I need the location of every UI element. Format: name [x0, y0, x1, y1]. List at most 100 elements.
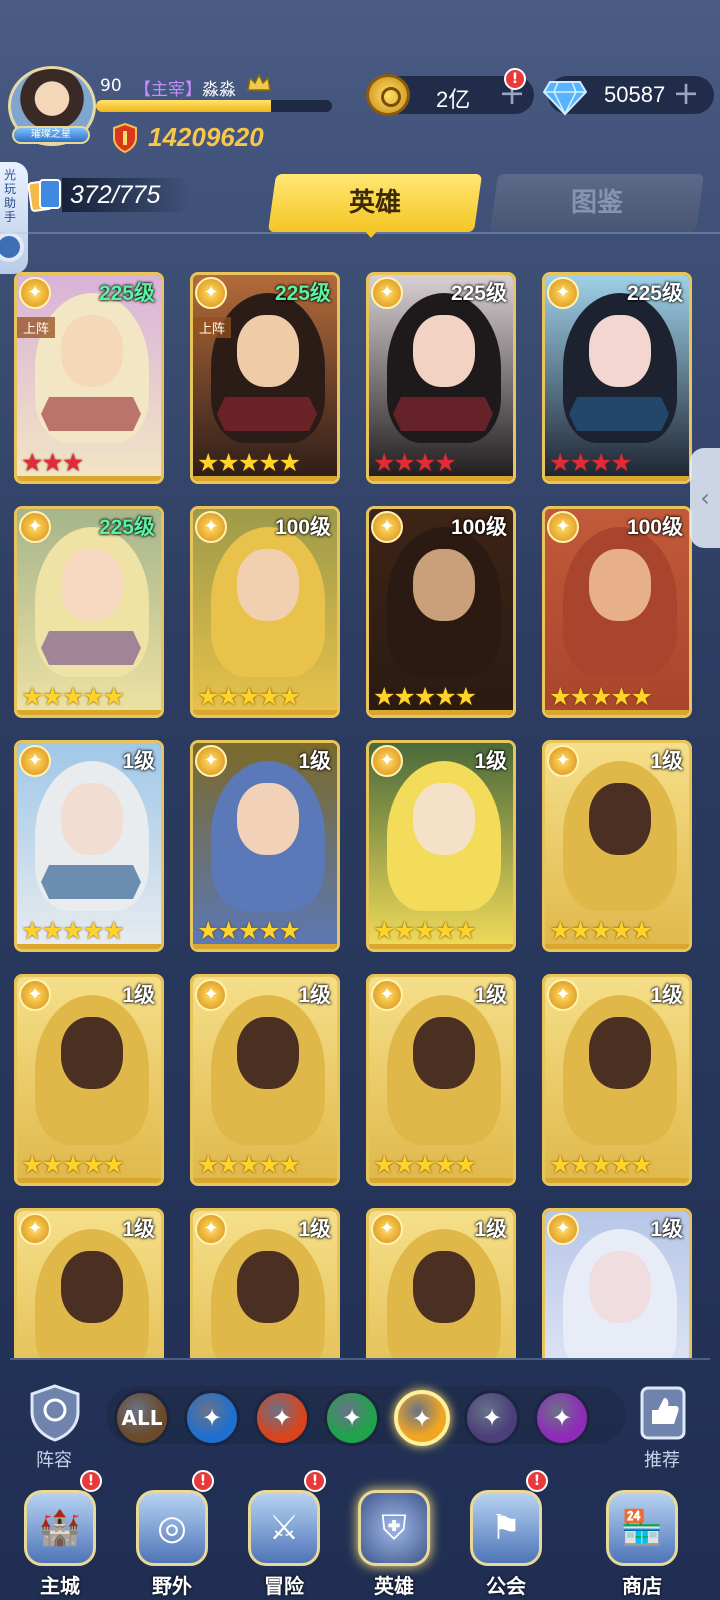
hero-face	[413, 549, 475, 621]
light-faction-icon: ✦	[547, 979, 579, 1011]
star-rating: ★★★★★	[197, 1150, 301, 1179]
exp-bar	[96, 100, 332, 112]
hero-face	[413, 315, 475, 387]
roster-count: 372/775	[70, 181, 161, 209]
filter-fire-icon[interactable]: ✦	[254, 1390, 310, 1446]
hero-face	[589, 1251, 651, 1323]
star-rating: ★★★★	[549, 448, 633, 477]
hero-card[interactable]: ✦1级★★★★★	[14, 1208, 164, 1358]
add-gems-button[interactable]: +	[672, 77, 700, 109]
filter-wind-icon[interactable]: ✦	[324, 1390, 380, 1446]
hero-card[interactable]: ✦1级★★★★★	[14, 974, 164, 1186]
portal-icon: ◎	[136, 1490, 208, 1566]
hero-card[interactable]: ✦ 100级 ★★★★★	[190, 506, 340, 718]
filter-dark-icon[interactable]: ✦	[464, 1390, 520, 1446]
filter-chaos-icon[interactable]: ✦	[534, 1390, 590, 1446]
hero-card[interactable]: ✦1级★★★★★	[542, 974, 692, 1186]
hero-level: 1级	[474, 1218, 507, 1241]
hero-card[interactable]: ✦1级★★★★★	[14, 740, 164, 952]
tab-heroes[interactable]: 英雄	[267, 174, 483, 232]
hero-face	[589, 783, 651, 855]
nav-label: 主城	[40, 1574, 80, 1598]
hero-face	[61, 315, 123, 387]
crown-icon	[247, 73, 271, 91]
hero-card[interactable]: ✦1级★★★★★	[542, 1208, 692, 1358]
star-rating: ★★★★★	[373, 682, 477, 711]
nav-label: 野外	[152, 1574, 192, 1598]
hero-card[interactable]: ✦1级★★★★★	[190, 740, 340, 952]
hero-card[interactable]: ✦ 225级 ★★★★★	[14, 506, 164, 718]
hero-level: 1级	[298, 750, 331, 773]
hero-face	[589, 315, 651, 387]
hero-card[interactable]: ✦1级★★★★★	[190, 1208, 340, 1358]
hero-face	[61, 549, 123, 621]
nav-banner[interactable]: ⚑ 公会!	[456, 1470, 556, 1600]
hero-face	[413, 783, 475, 855]
star-rating: ★★★★★	[373, 916, 477, 945]
avatar-badge: 璀璨之星	[12, 126, 90, 144]
gem-amount: 50587	[604, 82, 666, 107]
light-faction-icon: ✦	[195, 979, 227, 1011]
nav-helmet[interactable]: ⛨ 英雄	[344, 1490, 444, 1600]
hero-card[interactable]: ✦ 100级 ★★★★★	[366, 506, 516, 718]
hero-face	[413, 1017, 475, 1089]
hero-card[interactable]: ✦1级★★★★★	[366, 974, 516, 1186]
hero-level: 1级	[650, 1218, 683, 1241]
assistant-label: 光玩助手	[4, 168, 17, 224]
tab-divider	[0, 232, 720, 234]
hero-cards-icon	[28, 179, 61, 212]
hero-card[interactable]: ✦1级★★★★★	[190, 974, 340, 1186]
dark-icon: ✦	[481, 1404, 503, 1432]
filter-water-icon[interactable]: ✦	[184, 1390, 240, 1446]
hero-face	[237, 1017, 299, 1089]
helmet-icon: ⛨	[358, 1490, 430, 1566]
light-faction-icon: ✦	[19, 1213, 51, 1245]
hero-level: 225级	[626, 282, 683, 305]
star-rating: ★★★★★	[21, 916, 125, 945]
hero-level: 1级	[474, 984, 507, 1007]
recommend-thumb-icon[interactable]	[632, 1382, 694, 1444]
hero-level: 1级	[122, 1218, 155, 1241]
hero-level: 1级	[474, 750, 507, 773]
expand-panel-handle[interactable]: ‹	[690, 448, 720, 548]
nav-sword-shield[interactable]: ⚔ 冒险!	[234, 1470, 334, 1600]
filter-divider	[10, 1358, 710, 1360]
hero-emblem	[41, 631, 141, 665]
light-faction-icon: ✦	[547, 277, 579, 309]
hero-level: 100级	[274, 516, 331, 539]
hero-face	[237, 783, 299, 855]
hero-card[interactable]: ✦ 100级 ★★★★★	[542, 506, 692, 718]
nav-label: 冒险	[264, 1574, 304, 1598]
hero-card[interactable]: ✦1级★★★★★	[366, 740, 516, 952]
nav-portal[interactable]: ◎ 野外!	[122, 1470, 222, 1600]
hero-face	[237, 315, 299, 387]
gold-alert-badge: !	[504, 68, 526, 90]
power-shield-icon	[113, 123, 137, 153]
nav-castle[interactable]: 🏰 主城!	[10, 1470, 110, 1600]
tab-codex[interactable]: 图鉴	[489, 174, 705, 232]
star-rating: ★★★★★	[197, 448, 301, 477]
hero-card[interactable]: ✦ 225级 上阵 ★★★★★	[190, 272, 340, 484]
filter-all-icon[interactable]: ALL	[114, 1390, 170, 1446]
player-nickname: 淼淼	[202, 80, 236, 100]
light-faction-icon: ✦	[547, 511, 579, 543]
nav-alert-badge: !	[80, 1470, 102, 1492]
hero-level: 1级	[122, 984, 155, 1007]
sword-shield-icon: ⚔	[248, 1490, 320, 1566]
light-faction-icon: ✦	[195, 745, 227, 777]
hero-card[interactable]: ✦1级★★★★★	[366, 1208, 516, 1358]
hero-card[interactable]: ✦1级★★★★★	[542, 740, 692, 952]
light-faction-icon: ✦	[195, 1213, 227, 1245]
hero-level: 1级	[650, 750, 683, 773]
power-value: 14209620	[148, 122, 264, 152]
filter-light-icon[interactable]: ✦	[394, 1390, 450, 1446]
hero-card[interactable]: ✦ 225级 ★★★★	[542, 272, 692, 484]
hero-card[interactable]: ✦ 225级 上阵 ★★★	[14, 272, 164, 484]
hero-card[interactable]: ✦ 225级 ★★★★	[366, 272, 516, 484]
roster-shield-icon[interactable]	[24, 1382, 86, 1444]
nav-label: 商店	[622, 1574, 662, 1598]
nav-shop[interactable]: 🏪 商店	[592, 1490, 692, 1600]
hero-level: 100级	[626, 516, 683, 539]
hero-face	[237, 549, 299, 621]
hero-face	[237, 1251, 299, 1323]
